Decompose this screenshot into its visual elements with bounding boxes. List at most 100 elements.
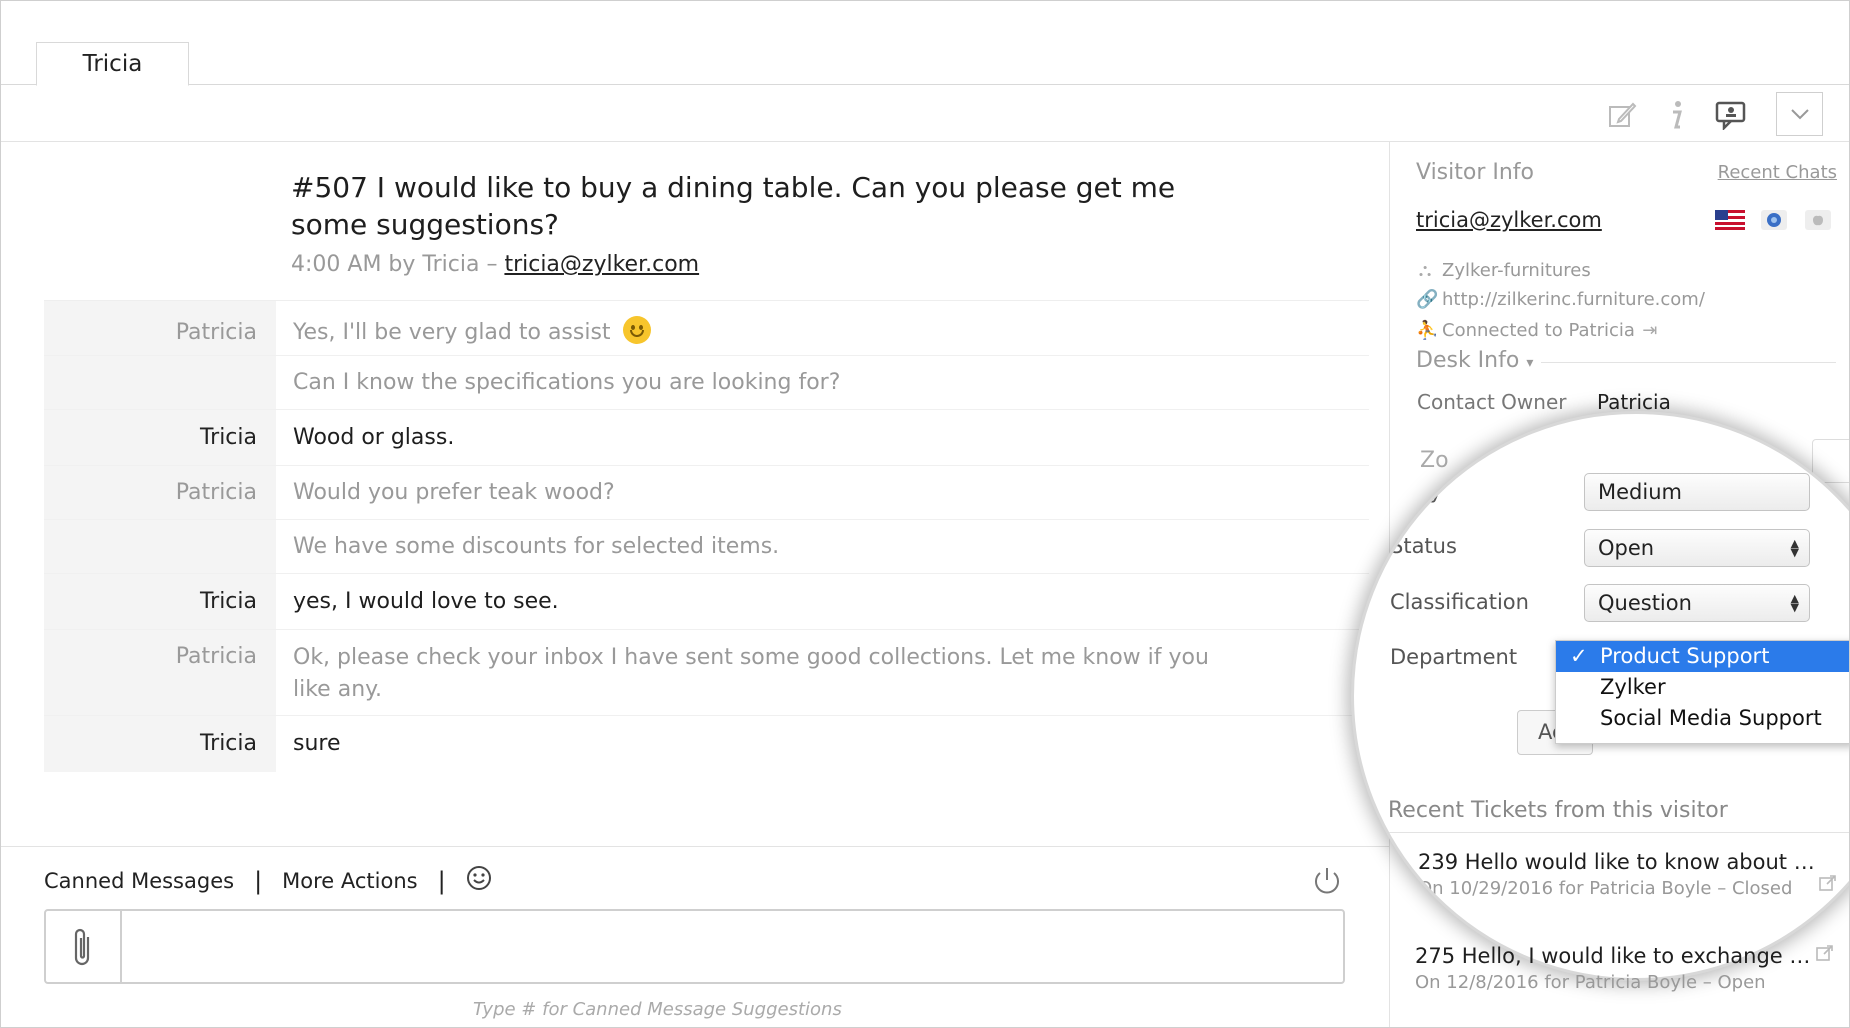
login-icon: ⇥ xyxy=(1642,320,1658,341)
check-icon: ✓ xyxy=(1570,644,1588,668)
separator: | xyxy=(437,866,446,895)
message-sender: Tricia xyxy=(44,574,276,629)
message-row: Patricia Yes, I'll be very glad to assis… xyxy=(44,301,1369,356)
department-dropdown-list: ✓ Product Support Zylker Social Media Sup… xyxy=(1555,640,1849,744)
visitor-company: ⛬ Zylker-furnitures xyxy=(1416,260,1591,281)
status-label: Status xyxy=(1390,534,1457,558)
end-chat-power-icon[interactable] xyxy=(1311,865,1343,897)
emoji-picker-icon[interactable] xyxy=(466,865,492,896)
visitor-connected: ⛹ Connected to Patricia ⇥ xyxy=(1416,320,1667,341)
message-input[interactable] xyxy=(122,911,1343,982)
canned-messages-button[interactable]: Canned Messages xyxy=(44,869,234,893)
message-sender: Tricia xyxy=(44,716,276,772)
classification-value: Question xyxy=(1598,591,1692,615)
message-sender xyxy=(44,520,276,573)
smiley-icon xyxy=(622,316,651,344)
ticket-item[interactable]: 275 Hello, I would like to exchange my..… xyxy=(1415,944,1835,993)
message-text-content: Yes, I'll be very glad to assist xyxy=(293,320,611,345)
contact-owner-label: Contact Owner xyxy=(1417,390,1567,414)
department-option[interactable]: Zylker xyxy=(1556,672,1849,703)
divider xyxy=(1388,832,1849,833)
chat-visitor-email-link[interactable]: tricia@zylker.com xyxy=(504,252,699,277)
department-option[interactable]: ✓ Product Support xyxy=(1556,641,1849,672)
select-arrows-icon: ▲ ▼ xyxy=(1790,537,1799,559)
external-link-icon[interactable] xyxy=(1816,944,1834,962)
ticket-subject: 239 Hello would like to know about di... xyxy=(1418,850,1818,874)
tab-tricia[interactable]: Tricia xyxy=(36,42,189,86)
priority-value: Medium xyxy=(1598,480,1682,504)
external-link-icon[interactable] xyxy=(1819,874,1837,892)
visitor-info-title: Visitor Info xyxy=(1416,160,1535,185)
message-row: Tricia Wood or glass. xyxy=(44,410,1369,466)
info-icon[interactable] xyxy=(1656,95,1696,135)
message-sender: Patricia xyxy=(44,630,276,715)
message-row: Tricia sure xyxy=(44,716,1369,772)
link-icon: 🔗 xyxy=(1416,289,1439,310)
us-flag-icon xyxy=(1715,210,1745,230)
message-input-box xyxy=(44,909,1345,984)
message-text: Would you prefer teak wood? xyxy=(293,480,615,505)
message-sender: Patricia xyxy=(44,301,276,355)
priority-label: ority xyxy=(1394,479,1442,503)
compose-area: Canned Messages | More Actions | Type # … xyxy=(1,846,1389,1027)
classification-select[interactable]: Question ▲ ▼ xyxy=(1584,584,1810,622)
app-window: Tricia #507 I would like to buy a dining… xyxy=(0,0,1850,1028)
apple-os-icon xyxy=(1805,210,1831,230)
visitor-url: 🔗 http://zilkerinc.furniture.com/ xyxy=(1416,289,1705,310)
edit-icon[interactable] xyxy=(1602,95,1642,135)
message-text: yes, I would love to see. xyxy=(293,589,559,614)
chat-toolbar xyxy=(1,85,1849,142)
message-text: Wood or glass. xyxy=(293,425,455,450)
tab-bar: Tricia xyxy=(1,1,1849,86)
status-value: Open xyxy=(1598,536,1655,560)
select-arrows-icon: ▲ ▼ xyxy=(1790,592,1799,614)
chat-meta: 4:00 AM by Tricia – tricia@zylker.com xyxy=(291,252,1191,277)
chat-meta-time: 4:00 AM by Tricia – xyxy=(291,252,505,277)
canned-hint: Type # for Canned Message Suggestions xyxy=(473,999,842,1020)
desk-info-title[interactable]: Desk Info ▾ xyxy=(1416,348,1533,373)
message-text: Yes, I'll be very glad to assist xyxy=(276,301,1369,355)
attachment-paperclip-icon[interactable] xyxy=(46,911,122,982)
ticket-item[interactable]: 239 Hello would like to know about di...… xyxy=(1418,850,1838,899)
message-list: Patricia Yes, I'll be very glad to assis… xyxy=(44,300,1369,772)
status-select[interactable]: Open ▲ ▼ xyxy=(1584,529,1810,567)
visitor-badges xyxy=(1715,210,1833,230)
visitor-connected-text: Connected to Patricia xyxy=(1442,320,1635,341)
chevron-down-icon xyxy=(1790,109,1809,120)
desk-info-title-text: Desk Info xyxy=(1416,348,1520,373)
recent-chats-link[interactable]: Recent Chats xyxy=(1718,162,1837,183)
message-text: Ok, please check your inbox I have sent … xyxy=(293,645,1209,702)
classification-label: Classification xyxy=(1390,590,1529,614)
message-row: Tricia yes, I would love to see. xyxy=(44,574,1369,630)
org-icon: ⛬ xyxy=(1418,260,1432,281)
message-row: Patricia Would you prefer teak wood? xyxy=(44,466,1369,520)
ticket-meta: On 12/8/2016 for Patricia Boyle – Open xyxy=(1415,972,1766,993)
recent-tickets-title: Recent Tickets from this visitor xyxy=(1388,798,1728,823)
message-row: Patricia Ok, please check your inbox I h… xyxy=(44,630,1369,716)
message-row: We have some discounts for selected item… xyxy=(44,520,1369,574)
message-sender: Patricia xyxy=(44,466,276,519)
toolbar-dropdown-button[interactable] xyxy=(1776,92,1823,136)
message-sender: Tricia xyxy=(44,410,276,465)
ticket-meta: On 10/29/2016 for Patricia Boyle – Close… xyxy=(1418,878,1793,899)
chevron-down-icon: ▾ xyxy=(1526,355,1534,371)
priority-select[interactable]: Medium xyxy=(1584,473,1810,511)
department-option-label: Product Support xyxy=(1600,644,1770,668)
visitor-url-text[interactable]: http://zilkerinc.furniture.com/ xyxy=(1442,289,1705,310)
separator: | xyxy=(254,866,263,895)
chat-header: #507 I would like to buy a dining table.… xyxy=(291,169,1191,277)
department-label: Department xyxy=(1390,645,1518,669)
message-row: Can I know the specifications you are lo… xyxy=(44,356,1369,410)
chat-bubble-icon[interactable] xyxy=(1711,95,1751,135)
message-text: Can I know the specifications you are lo… xyxy=(293,370,841,395)
message-text: sure xyxy=(293,731,341,756)
compose-actions: Canned Messages | More Actions | xyxy=(44,865,492,896)
department-option[interactable]: Social Media Support xyxy=(1556,703,1849,734)
visitor-email-link[interactable]: tricia@zylker.com xyxy=(1416,208,1602,232)
chat-title: #507 I would like to buy a dining table.… xyxy=(291,171,1176,241)
more-actions-button[interactable]: More Actions xyxy=(282,869,417,893)
agents-icon: ⛹ xyxy=(1416,320,1439,341)
browser-icon xyxy=(1761,210,1787,230)
ticket-subject: 275 Hello, I would like to exchange my..… xyxy=(1415,944,1815,968)
message-text: We have some discounts for selected item… xyxy=(293,534,780,559)
